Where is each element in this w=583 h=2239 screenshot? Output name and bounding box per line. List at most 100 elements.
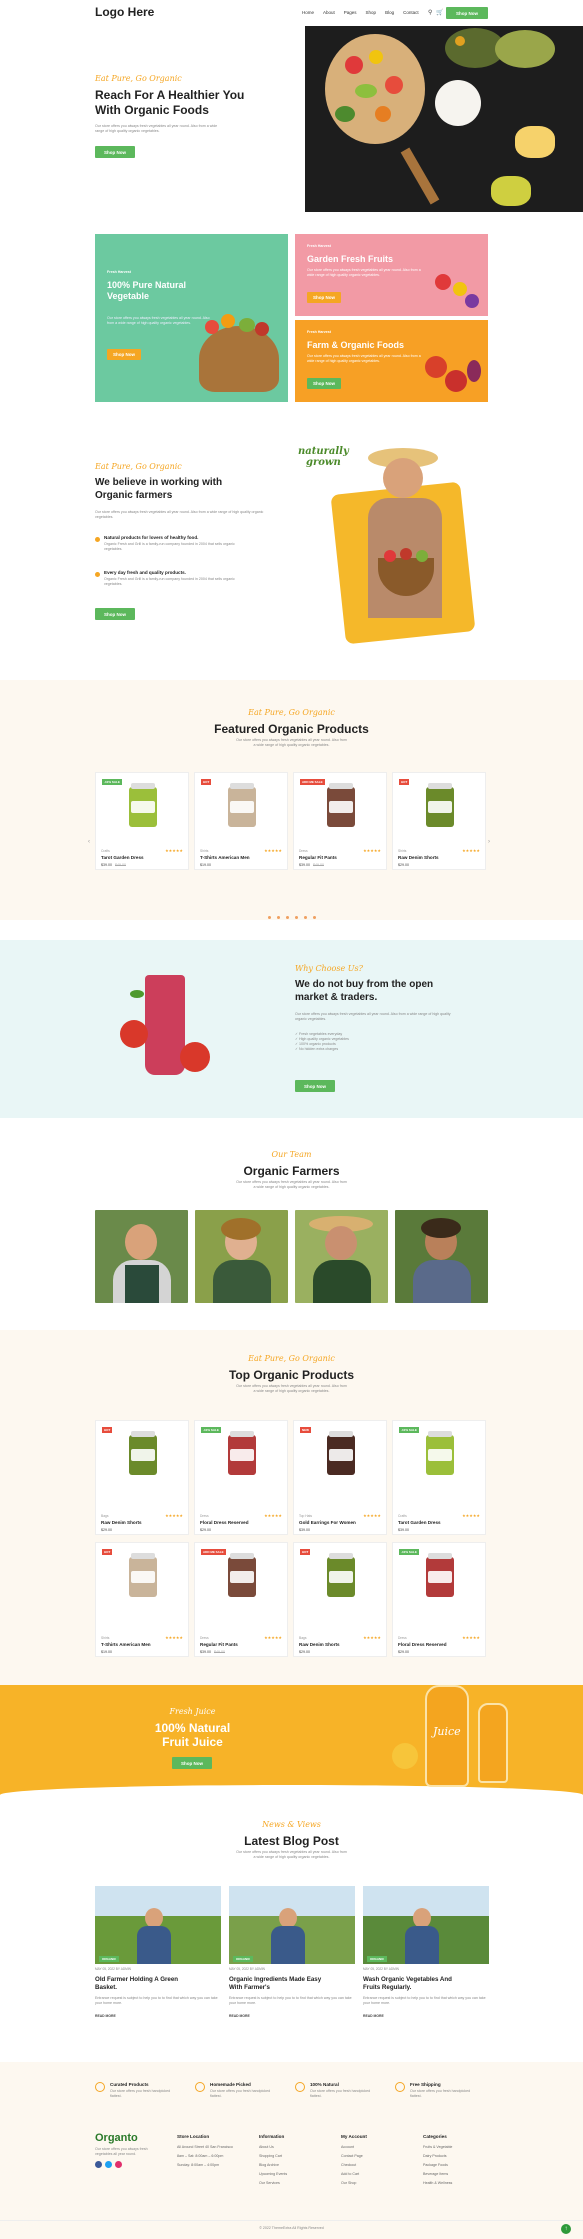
read-more-link[interactable]: READ MORE bbox=[95, 2014, 116, 2018]
read-more-link[interactable]: READ MORE bbox=[229, 2014, 250, 2018]
product-card[interactable]: -10% SALE Dress ★★★★★ Floral Dress Reserved… bbox=[392, 1542, 486, 1657]
nav-shop[interactable]: Shop bbox=[366, 10, 377, 15]
blog-card[interactable]: ORGANIC MAY 05, 2022 BY ADMIN Old Farmer H… bbox=[95, 1886, 221, 2041]
blog-image[interactable]: ORGANIC bbox=[363, 1886, 489, 1964]
footer-link[interactable]: Our Services bbox=[259, 2179, 339, 2188]
product-name[interactable]: Raw Denim Shorts bbox=[398, 855, 439, 860]
footer-link[interactable]: Fruits & Vegetable bbox=[423, 2143, 503, 2152]
carousel-dots[interactable] bbox=[0, 906, 583, 924]
about-feature2-desc: Organic Fresh and Grill is a family-run … bbox=[104, 577, 235, 586]
footer-link[interactable]: Upcoming Events bbox=[259, 2170, 339, 2179]
back-to-top-button[interactable]: ↑ bbox=[561, 2224, 571, 2234]
nav-contact[interactable]: Contact bbox=[403, 10, 419, 15]
about-script-text: Eat Pure, Go Organic bbox=[95, 462, 182, 471]
product-card[interactable]: -10% SALE Crafts ★★★★★ Tarot Garden Dress $3… bbox=[392, 1420, 486, 1535]
product-name[interactable]: Raw Denim Shorts bbox=[101, 1520, 142, 1525]
feature-item: Homemade Picked Our store offers you fres… bbox=[195, 2082, 290, 2112]
footer-link[interactable]: About Us bbox=[259, 2143, 339, 2152]
promo-br-button[interactable]: Shop Now bbox=[307, 378, 341, 389]
blog-card[interactable]: ORGANIC MAY 05, 2022 BY ADMIN Organic Ingr… bbox=[229, 1886, 355, 2041]
product-card[interactable]: ADD ME SALE Dress ★★★★★ Regular Fit Pants $3… bbox=[293, 772, 387, 870]
blog-image[interactable]: ORGANIC bbox=[95, 1886, 221, 1964]
footer-link[interactable]: Account bbox=[341, 2143, 421, 2152]
product-name[interactable]: Raw Denim Shorts bbox=[299, 1642, 340, 1647]
market-shop-button[interactable]: Shop Now bbox=[295, 1080, 335, 1092]
blog-title[interactable]: Old Farmer Holding A Green Basket. bbox=[95, 1976, 219, 1992]
footer-link[interactable]: Package Foods bbox=[423, 2161, 503, 2170]
footer-link[interactable]: Add to Cart bbox=[341, 2170, 421, 2179]
product-jar-image bbox=[228, 1553, 256, 1597]
hero-shop-button[interactable]: Shop Now bbox=[95, 146, 135, 158]
carousel-prev-icon[interactable]: ‹ bbox=[88, 839, 90, 845]
read-more-link[interactable]: READ MORE bbox=[363, 2014, 384, 2018]
carousel-next-icon[interactable]: › bbox=[488, 839, 490, 845]
blog-card[interactable]: ORGANIC MAY 05, 2022 BY ADMIN Wash Organic… bbox=[363, 1886, 489, 2041]
promo-left-button[interactable]: Shop Now bbox=[107, 349, 141, 360]
product-card[interactable]: -10% SALE Crafts ★★★★★ Tarot Garden Dress $3… bbox=[95, 772, 189, 870]
product-name[interactable]: Floral Dress Reserved bbox=[398, 1642, 447, 1647]
footer-link[interactable]: Health & Wellness bbox=[423, 2179, 503, 2188]
rating-stars: ★★★★★ bbox=[264, 1513, 282, 1518]
product-card[interactable]: HOT Shirts ★★★★★ T-Shirts American Men $19.0… bbox=[194, 772, 288, 870]
footer-link[interactable]: Contact Page bbox=[341, 2152, 421, 2161]
farmer-with-basket-image: naturally grown bbox=[298, 438, 488, 648]
product-card[interactable]: NEW Top Hats ★★★★★ Gold Earrings For Women $… bbox=[293, 1420, 387, 1535]
blog-title[interactable]: Organic Ingredients Made Easy With Farmer… bbox=[229, 1976, 353, 1992]
nav-home[interactable]: Home bbox=[302, 10, 314, 15]
featured-script-text: Eat Pure, Go Organic bbox=[248, 708, 335, 717]
search-icon[interactable]: ⚲ bbox=[428, 9, 432, 16]
feature-bullet-icon bbox=[95, 572, 100, 577]
facebook-icon[interactable] bbox=[95, 2161, 102, 2168]
rating-stars: ★★★★★ bbox=[264, 848, 282, 853]
blog-title[interactable]: Wash Organic Vegetables And Fruits Regula… bbox=[363, 1976, 487, 1992]
promo-tr-button[interactable]: Shop Now bbox=[307, 292, 341, 303]
nav-about[interactable]: About bbox=[323, 10, 335, 15]
juice-title: 100% Natural Fruit Juice bbox=[154, 1721, 231, 1749]
product-name[interactable]: Tarot Garden Dress bbox=[101, 855, 144, 860]
product-name[interactable]: T-Shirts American Men bbox=[101, 1642, 151, 1647]
sale-badge: -10% SALE bbox=[399, 1549, 419, 1555]
juice-shop-button[interactable]: Shop Now bbox=[172, 1757, 212, 1769]
footer-link[interactable]: Beverage Items bbox=[423, 2170, 503, 2179]
product-card[interactable]: ADD ME SALE Dress ★★★★★ Regular Fit Pants $3… bbox=[194, 1542, 288, 1657]
hero-title: Reach For A Healthier You With Organic F… bbox=[95, 88, 244, 118]
product-price: $29.00 bbox=[299, 1650, 310, 1654]
product-card[interactable]: -10% SALE Dress ★★★★★ Floral Dress Reserved… bbox=[194, 1420, 288, 1535]
product-card[interactable]: HOT Bags ★★★★★ Raw Denim Shorts $29.00 bbox=[293, 1542, 387, 1657]
footer-link[interactable]: Blog Archive bbox=[259, 2161, 339, 2170]
cart-icon[interactable]: 🛒 bbox=[436, 9, 443, 16]
product-category: Bags bbox=[299, 1636, 307, 1640]
product-card[interactable]: HOT Bags ★★★★★ Raw Denim Shorts $29.00 bbox=[95, 1420, 189, 1535]
footer-link[interactable]: Checkout bbox=[341, 2161, 421, 2170]
feature-icon bbox=[95, 2082, 105, 2092]
nav-pages[interactable]: Pages bbox=[344, 10, 357, 15]
promo-garden-fruits: Fresh Harvest Garden Fresh Fruits Our st… bbox=[295, 234, 488, 316]
about-feature1-desc: Organic Fresh and Grill is a family-run … bbox=[104, 542, 235, 551]
footer-link[interactable]: Shopping Cart bbox=[259, 2152, 339, 2161]
product-name[interactable]: T-Shirts American Men bbox=[200, 855, 250, 860]
header-shop-now-button[interactable]: Shop Now bbox=[446, 7, 488, 19]
product-card[interactable]: HOT Shirts ★★★★★ Raw Denim Shorts $29.00 bbox=[392, 772, 486, 870]
feature-title: 100% Natural bbox=[310, 2082, 339, 2087]
feature-title: Homemade Picked bbox=[210, 2082, 251, 2087]
product-name[interactable]: Gold Earrings For Women bbox=[299, 1520, 356, 1525]
product-name[interactable]: Floral Dress Reserved bbox=[200, 1520, 249, 1525]
about-shop-button[interactable]: Shop Now bbox=[95, 608, 135, 620]
product-name[interactable]: Regular Fit Pants bbox=[200, 1642, 238, 1647]
nav-blog[interactable]: Blog bbox=[385, 10, 394, 15]
rating-stars: ★★★★★ bbox=[165, 1635, 183, 1640]
rating-stars: ★★★★★ bbox=[462, 1635, 480, 1640]
logo[interactable]: Logo Here bbox=[95, 5, 154, 19]
hero-title-line1: Reach For A Healthier You bbox=[95, 88, 245, 102]
market-script-text: Why Choose Us? bbox=[295, 964, 363, 973]
footer-link[interactable]: Our Shop bbox=[341, 2179, 421, 2188]
instagram-icon[interactable] bbox=[115, 2161, 122, 2168]
product-name[interactable]: Regular Fit Pants bbox=[299, 855, 337, 860]
blog-image[interactable]: ORGANIC bbox=[229, 1886, 355, 1964]
product-card[interactable]: HOT Shirts ★★★★★ T-Shirts American Men $19.0… bbox=[95, 1542, 189, 1657]
footer-logo[interactable]: Organto bbox=[95, 2132, 165, 2144]
product-name[interactable]: Tarot Garden Dress bbox=[398, 1520, 441, 1525]
footer-link: All Around Street 40 San Francisco bbox=[177, 2145, 233, 2149]
twitter-icon[interactable] bbox=[105, 2161, 112, 2168]
footer-link[interactable]: Dairy Products bbox=[423, 2152, 503, 2161]
